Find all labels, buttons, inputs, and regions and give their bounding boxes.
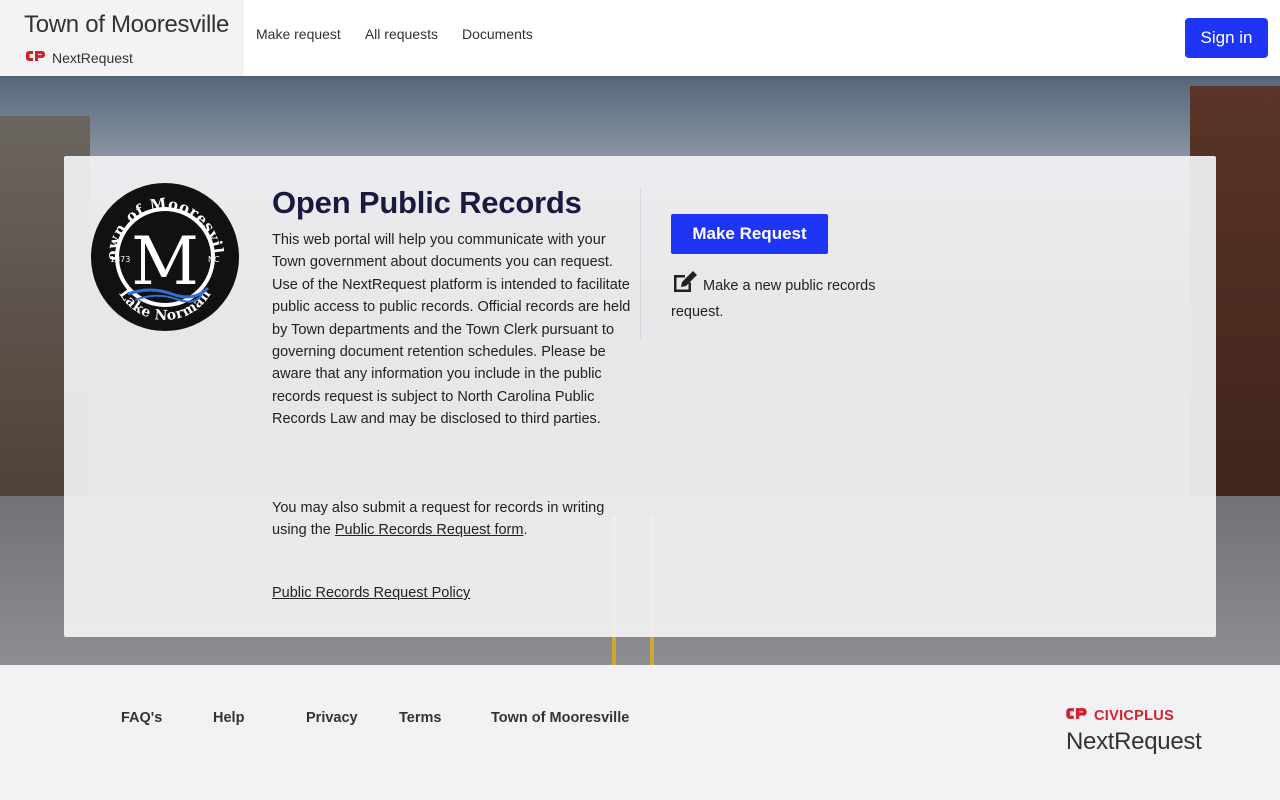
footer-link-privacy[interactable]: Privacy [306,710,358,726]
nextrequest-brand: NextRequest [26,49,133,66]
footer-nextrequest-brand: NextRequest [1066,728,1202,755]
nav-documents[interactable]: Documents [462,26,533,42]
footer-link-terms[interactable]: Terms [399,710,441,726]
records-policy-link[interactable]: Public Records Request Policy [272,585,470,601]
site-header: Town of Mooresville NextRequest Make req… [0,0,1280,76]
civicplus-logo-icon [1066,706,1088,725]
seal-state: NC [208,255,220,264]
written-request-paragraph: You may also submit a request for record… [272,497,632,542]
make-request-button[interactable]: Make Request [671,214,828,254]
hero-background [0,76,1280,665]
page-title: Open Public Records [272,185,582,220]
nav-make-request[interactable]: Make request [256,26,341,42]
intro-paragraph: This web portal will help you communicat… [272,232,631,428]
main-nav: Make request All requests Documents [256,26,533,42]
footer-link-help[interactable]: Help [213,710,244,726]
brand-block[interactable]: Town of Mooresville NextRequest [0,0,244,76]
site-title[interactable]: Town of Mooresville [24,11,229,39]
written-request-suffix: . [523,522,528,539]
footer-link-town[interactable]: Town of Mooresville [491,710,629,726]
seal-letter: M [131,223,199,300]
seal-year: 1873 [110,255,130,264]
nav-all-requests[interactable]: All requests [365,26,438,42]
make-request-desc-text: Make a new public records request. [671,278,876,320]
town-seal-logo: Town of Mooresville Lake Norman M 1873 N… [85,168,240,332]
sign-in-button[interactable]: Sign in [1185,18,1268,58]
card-divider [640,187,641,339]
civicplus-brand: CIVICPLUS [1066,706,1174,725]
brand-sub-label: NextRequest [52,49,133,66]
nextrequest-logo-icon [26,49,46,66]
hero-sky [0,76,1280,166]
edit-icon [671,270,699,301]
footer-link-faq[interactable]: FAQ's [121,710,162,726]
site-footer: FAQ's Help Privacy Terms Town of Mooresv… [0,665,1280,800]
public-records-form-link[interactable]: Public Records Request form [335,522,524,538]
make-request-description: Make a new public records request. [671,270,901,323]
civicplus-label: CIVICPLUS [1094,707,1175,724]
